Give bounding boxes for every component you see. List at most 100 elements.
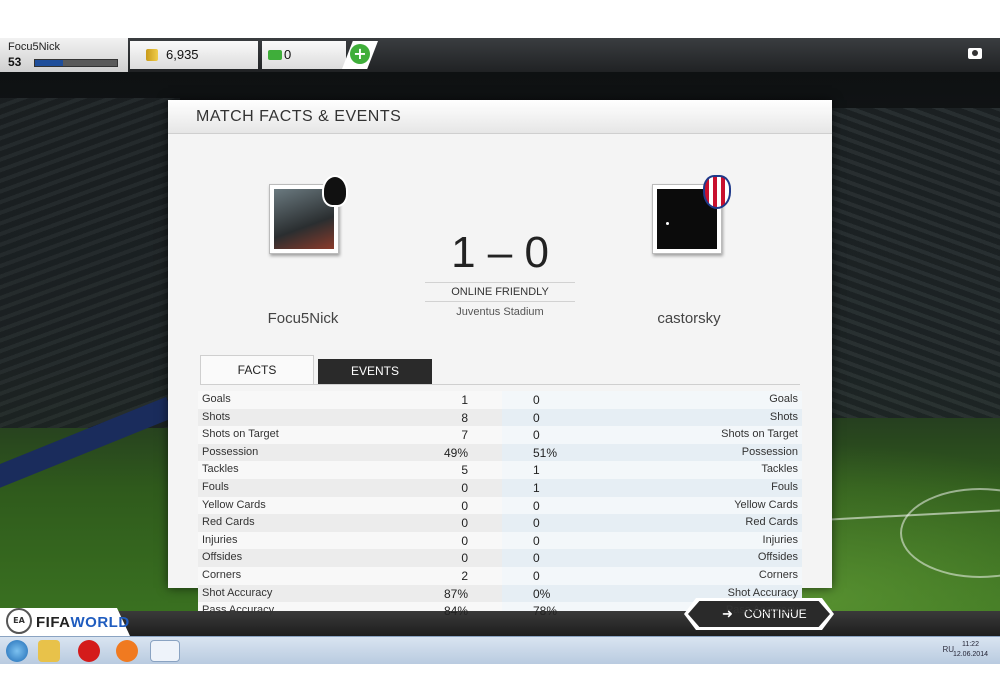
fifa-world-logo: FIFAWORLD — [36, 614, 130, 631]
stat-label-home: Possession — [202, 445, 259, 458]
clock[interactable]: 11:22 12.06.2014 — [953, 640, 988, 660]
stats-table: Goals 1 0 Goals Shots 8 0 Shots Shots on Target 7… — [198, 391, 802, 620]
windows-taskbar: RU 11:22 12.06.2014 — [0, 636, 1000, 664]
stat-label-away: Offsides — [757, 551, 798, 564]
panel-header: MATCH FACTS & EVENTS — [168, 100, 832, 134]
camera-icon[interactable] — [968, 48, 982, 59]
stat-value-away: 0 — [533, 393, 540, 407]
stat-label-home: Shots on Target — [202, 428, 279, 441]
stat-value-away: 1 — [533, 480, 540, 495]
stat-label-away: Tackles — [761, 463, 798, 476]
stadium-name: Juventus Stadium — [456, 306, 544, 318]
tab-divider — [200, 384, 800, 385]
stat-row: Corners 2 0 Corners — [198, 566, 802, 585]
xp-progress-fill — [35, 60, 63, 66]
match-type: ONLINE FRIENDLY — [425, 282, 575, 302]
tab-events[interactable]: EVENTS — [318, 359, 432, 384]
plus-icon: + — [350, 44, 370, 64]
stat-row: Tackles 5 1 Tackles — [198, 461, 802, 479]
stat-label-home: Shot Accuracy — [202, 586, 273, 599]
stat-label-away: Yellow Cards — [734, 498, 798, 511]
coins-box: 6,935 — [130, 41, 258, 69]
stat-label-home: Corners — [202, 568, 242, 581]
stat-label-away: Shots — [769, 410, 798, 423]
stat-label-home: Injuries — [202, 533, 238, 546]
stat-row: Yellow Cards 0 0 Yellow Cards — [198, 496, 802, 515]
game-screen: Focu5Nick 53 6,935 0 + MATCH FACTS & EVE… — [0, 38, 1000, 664]
away-team-image — [652, 175, 731, 254]
home-team-image — [269, 175, 348, 254]
stat-value-away: 51% — [533, 445, 558, 460]
folder-icon[interactable] — [38, 640, 60, 662]
stat-label-home: Pass Accuracy — [202, 604, 275, 617]
junior-badge-icon — [703, 175, 731, 209]
user-box[interactable]: Focu5Nick 53 — [0, 38, 128, 72]
add-points-button[interactable]: + — [342, 41, 378, 69]
stat-row: Goals 1 0 Goals — [198, 391, 802, 409]
user-level: 53 — [8, 55, 22, 69]
pitch-arc — [900, 488, 1000, 578]
stat-row: Fouls 0 1 Fouls — [198, 478, 802, 497]
top-bar: Focu5Nick 53 6,935 0 + — [0, 38, 1000, 72]
home-team-name: Focu5Nick — [267, 310, 339, 327]
opera-icon[interactable] — [78, 640, 100, 662]
stat-value-away: 0 — [533, 410, 540, 425]
stat-value-away: 0 — [533, 568, 540, 583]
stat-label-home: Shots — [202, 410, 231, 423]
stat-value-away: 0 — [533, 516, 540, 531]
stat-value-away: 0 — [533, 551, 540, 566]
stat-label-home: Tackles — [202, 463, 239, 476]
ea-logo: EA — [6, 608, 32, 634]
stat-value-home: 0 — [461, 480, 468, 495]
stat-label-home: Yellow Cards — [202, 498, 266, 511]
fifa-points-box: 0 — [262, 41, 346, 69]
stat-value-home: 1 — [461, 393, 468, 407]
stat-label-home: Fouls — [202, 480, 229, 493]
stat-value-away: 1 — [533, 463, 540, 478]
juventus-badge-icon — [322, 175, 348, 207]
stat-row: Possession 49% 51% Possession — [198, 443, 802, 462]
stat-value-away: 78% — [533, 604, 558, 619]
stat-row: Offsides 0 0 Offsides — [198, 549, 802, 567]
stat-value-home: 5 — [461, 463, 468, 478]
stat-value-away: 0% — [533, 586, 551, 601]
fifa-world-logo-fifa: FIFA — [36, 614, 71, 631]
tab-facts[interactable]: FACTS — [200, 355, 314, 384]
stat-row: Shots on Target 7 0 Shots on Target — [198, 426, 802, 444]
stat-label-away: Fouls — [771, 480, 798, 493]
stat-label-home: Goals — [202, 393, 231, 405]
match-facts-panel: MATCH FACTS & EVENTS Focu5Nick 1 – 0 ONL… — [168, 100, 832, 620]
stat-value-away: 0 — [533, 498, 540, 513]
stat-value-home: 2 — [461, 568, 468, 583]
stat-value-home: 0 — [461, 498, 468, 513]
start-button-icon[interactable] — [6, 640, 28, 662]
username: Focu5Nick — [8, 41, 60, 53]
panel-title: MATCH FACTS & EVENTS — [196, 108, 402, 125]
clock-date: 12.06.2014 — [952, 651, 988, 658]
fifa-points-icon — [268, 50, 282, 60]
stat-label-away: Injuries — [762, 533, 798, 546]
coins-value: 6,935 — [166, 47, 199, 62]
stat-value-home: 7 — [461, 428, 468, 443]
clock-time: 11:22 — [961, 641, 979, 648]
stat-label-away: Corners — [758, 568, 798, 581]
stadium-stand-left — [0, 98, 180, 428]
stadium-stand-right — [830, 108, 1000, 418]
stat-value-home: 0 — [461, 551, 468, 566]
stat-label-away: Shot Accuracy — [727, 586, 798, 599]
stat-row: Red Cards 0 0 Red Cards — [198, 514, 802, 532]
stat-value-home: 8 — [461, 410, 468, 425]
stat-label-home: Offsides — [202, 551, 243, 564]
stat-row: Shots 8 0 Shots — [198, 408, 802, 427]
away-team-name: castorsky — [657, 310, 721, 327]
stat-value-home: 0 — [461, 516, 468, 531]
stat-value-away: 0 — [533, 533, 540, 548]
fifa-world-task-icon[interactable] — [150, 640, 180, 662]
stat-row: Injuries 0 0 Injuries — [198, 531, 802, 550]
stat-label-home: Red Cards — [202, 516, 255, 529]
stat-label-away: Red Cards — [745, 516, 798, 529]
stat-value-home: 0 — [461, 533, 468, 548]
fifa-world-logo-world: WORLD — [70, 614, 130, 631]
stat-label-away: Possession — [741, 445, 798, 458]
origin-icon[interactable] — [116, 640, 138, 662]
